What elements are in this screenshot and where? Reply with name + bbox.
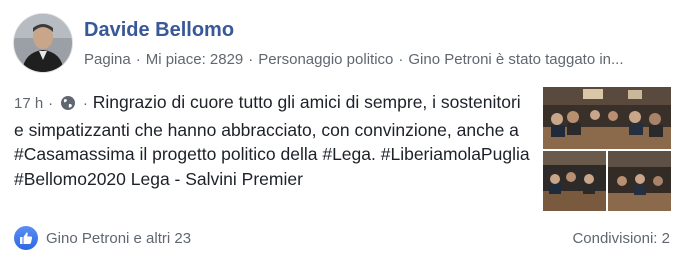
dot-separator: ·	[48, 95, 54, 112]
reactions-text[interactable]: Gino Petroni e altri 23	[46, 230, 191, 247]
page-type: Pagina	[84, 51, 131, 68]
thumbs-up-icon	[14, 226, 38, 250]
dot-separator: ·	[82, 95, 88, 112]
timestamp[interactable]: 17 h	[14, 95, 43, 112]
page-category[interactable]: Personaggio politico	[258, 51, 393, 68]
shares-count[interactable]: Condivisioni: 2	[572, 230, 670, 247]
meta-separator: ·	[398, 51, 404, 68]
globe-icon[interactable]	[60, 93, 76, 118]
avatar[interactable]	[14, 14, 72, 72]
page-likes[interactable]: Mi piace: 2829	[146, 51, 244, 68]
meta-separator: ·	[248, 51, 254, 68]
post-body: 17 h · · Ringrazio di cuore tutto gli am…	[14, 90, 534, 191]
photo-meeting-1[interactable]	[543, 87, 671, 149]
photo-meeting-2[interactable]	[543, 151, 606, 211]
post-meta: Pagina · Mi piace: 2829 · Personaggio politi…	[84, 51, 670, 68]
reactions-summary[interactable]: Gino Petroni e altri 23	[14, 226, 191, 250]
post-text: Ringrazio di cuore tutto gli amici di se…	[14, 92, 530, 189]
tagged-text[interactable]: Gino Petroni è stato taggato in...	[408, 51, 623, 68]
author-name[interactable]: Davide Bellomo	[84, 19, 234, 42]
photo-grid[interactable]	[543, 87, 671, 211]
photo-meeting-3[interactable]	[608, 151, 671, 211]
meta-separator: ·	[135, 51, 141, 68]
